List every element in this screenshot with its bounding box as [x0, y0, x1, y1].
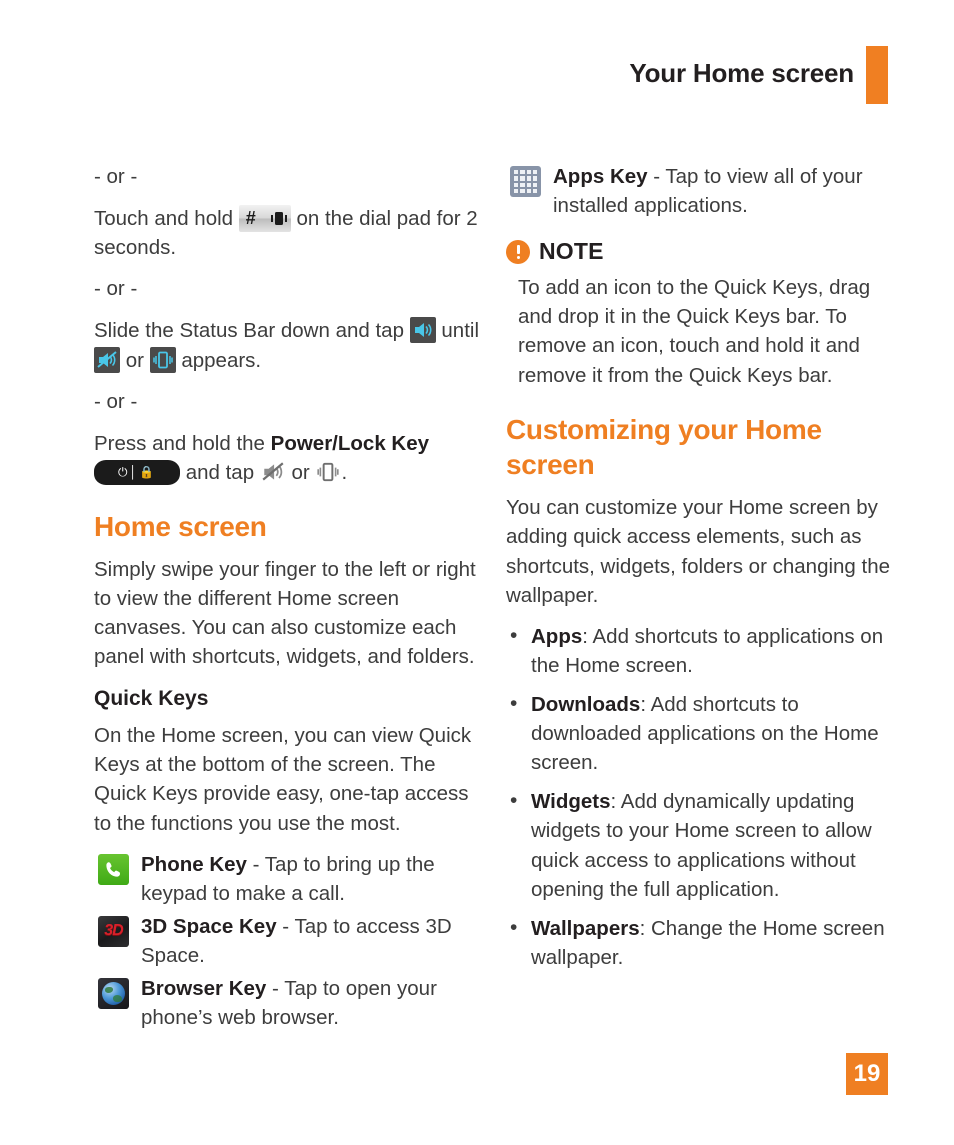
bullet-term-apps: Apps — [531, 624, 583, 648]
page-header: Your Home screen — [0, 46, 954, 104]
customizing-home-screen-heading: Customizing your Home screen — [506, 413, 822, 481]
note-header: NOTE — [506, 238, 898, 265]
slide-text-pre: Slide the Status Bar down and tap — [94, 319, 404, 343]
browser-key-icon — [98, 978, 129, 1010]
slide-text-or: or — [125, 348, 144, 372]
3d-glyph: 3D — [104, 921, 123, 939]
press-hold-or-text: or — [291, 460, 310, 484]
page-number-badge: 19 — [846, 1053, 888, 1095]
quick-keys-body: On the Home screen, you can view Quick K… — [94, 724, 472, 835]
right-column: Apps Key - Tap to view all of your insta… — [506, 162, 898, 982]
list-item: Phone Key - Tap to bring up the keypad t… — [94, 850, 486, 908]
bullet-text-apps: : Add shortcuts to applications on the H… — [531, 624, 884, 677]
browser-key-label: Browser Key — [141, 977, 267, 1001]
vibrate-mode-plain-icon — [315, 460, 341, 484]
speaker-muted-icon — [94, 346, 120, 373]
page-title: Your Home screen — [629, 58, 854, 88]
bullet-term-wallpapers: Wallpapers — [531, 916, 640, 940]
hash-dialpad-key-icon: # — [238, 205, 291, 233]
hash-glyph: # — [245, 208, 256, 229]
speaker-on-icon — [409, 317, 436, 344]
globe-glyph — [102, 982, 125, 1006]
phone-key-text: Phone Key - Tap to bring up the keypad t… — [141, 850, 486, 908]
slide-status-bar-instruction: Slide the Status Bar down and tap until … — [94, 316, 486, 374]
power-lock-key-label: Power/Lock Key — [270, 431, 430, 455]
apps-grid-glyph — [514, 170, 537, 193]
or-separator-1: - or - — [94, 165, 138, 188]
touch-and-hold-instruction: Touch and hold # on the dial pad for 2 s… — [94, 204, 486, 262]
browser-key-text: Browser Key - Tap to open your phone’s w… — [141, 974, 486, 1032]
bullet-term-widgets: Widgets — [531, 790, 611, 814]
list-item: Browser Key - Tap to open your phone’s w… — [94, 974, 486, 1032]
list-item: Apps: Add shortcuts to applications on t… — [506, 621, 898, 680]
3d-space-key-label: 3D Space Key — [141, 914, 277, 938]
apps-key-label: Apps Key — [553, 165, 648, 188]
power-lock-hardware-key-icon: ⏻│🔒 — [94, 459, 180, 485]
note-body: To add an icon to the Quick Keys, drag a… — [518, 276, 871, 387]
press-hold-text-pre: Press and hold the — [94, 431, 265, 455]
phone-key-label: Phone Key — [141, 852, 247, 876]
3d-space-key-icon: 3D — [98, 915, 129, 947]
customization-options-list: Apps: Add shortcuts to applications on t… — [506, 621, 898, 972]
press-and-hold-instruction: Press and hold the Power/Lock Key ⏻│🔒 an… — [94, 429, 486, 487]
note-label: NOTE — [539, 238, 604, 265]
or-separator-3: - or - — [94, 389, 138, 413]
apps-key-icon — [510, 166, 541, 197]
list-item: Downloads: Add shortcuts to downloaded a… — [506, 689, 898, 777]
phone-key-icon — [98, 853, 129, 885]
vibrate-mode-icon — [149, 346, 176, 373]
quick-keys-heading: Quick Keys — [94, 687, 209, 711]
bullet-term-downloads: Downloads — [531, 692, 641, 716]
or-separator-2: - or - — [94, 277, 138, 301]
press-hold-and-tap-text: and tap — [185, 460, 255, 484]
slide-text-mid: until — [441, 319, 479, 343]
press-hold-period: . — [341, 460, 348, 484]
customizing-home-screen-body: You can customize your Home screen by ad… — [506, 496, 891, 607]
vibrate-glyph — [270, 212, 287, 226]
list-item: 3D 3D Space Key - Tap to access 3D Space… — [94, 912, 486, 970]
home-screen-body: Simply swipe your finger to the left or … — [94, 557, 476, 669]
speaker-muted-plain-icon — [260, 460, 286, 484]
home-screen-heading: Home screen — [94, 510, 267, 542]
touch-and-hold-text-pre: Touch and hold — [94, 207, 234, 231]
3d-space-key-text: 3D Space Key - Tap to access 3D Space. — [141, 912, 486, 970]
list-item: Apps Key - Tap to view all of your insta… — [506, 162, 898, 220]
apps-key-text: Apps Key - Tap to view all of your insta… — [553, 162, 898, 220]
power-lock-glyphs: ⏻│🔒 — [118, 464, 156, 479]
slide-text-post: appears. — [181, 348, 262, 372]
left-column: - or - Touch and hold # on the dial pad … — [94, 162, 486, 1036]
header-accent-bar — [866, 46, 888, 104]
list-item: Wallpapers: Change the Home screen wallp… — [506, 913, 898, 972]
note-exclamation-icon — [506, 239, 530, 264]
list-item: Widgets: Add dynamically updating widget… — [506, 786, 898, 903]
